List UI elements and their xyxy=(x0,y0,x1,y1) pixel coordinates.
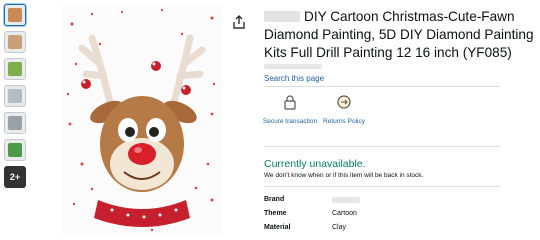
thumbnail-6[interactable] xyxy=(4,139,26,161)
feature-label: Returns Policy xyxy=(323,118,365,125)
product-image[interactable] xyxy=(62,4,222,236)
product-title-text: DIY Cartoon Christmas-Cute-Fawn Diamond … xyxy=(264,9,534,60)
brand-redacted xyxy=(264,11,300,22)
returns-icon xyxy=(337,95,351,109)
thumbnail-strip: 2+ xyxy=(4,4,28,188)
feature-label: Secure transaction xyxy=(262,118,318,125)
store-link-redacted[interactable] xyxy=(264,64,322,69)
thumbnail-5[interactable] xyxy=(4,112,26,134)
lock-icon xyxy=(284,95,296,110)
brand-redacted-value xyxy=(332,197,360,203)
spec-theme-value: Cartoon xyxy=(332,210,357,217)
feature-secure-transaction[interactable]: Secure transaction xyxy=(260,94,320,126)
divider xyxy=(264,186,500,187)
search-this-page-link[interactable]: Search this page xyxy=(264,74,324,83)
spec-material-value: Clay xyxy=(332,224,347,231)
product-title: DIY Cartoon Christmas-Cute-Fawn Diamond … xyxy=(264,8,536,62)
reindeer-illustration xyxy=(66,8,216,232)
thumbnail-4[interactable] xyxy=(4,85,26,107)
spec-theme-label: Theme xyxy=(264,210,287,217)
share-icon[interactable] xyxy=(231,14,247,30)
divider xyxy=(264,146,500,147)
spec-brand-label: Brand xyxy=(264,196,285,203)
availability-note: We don't know when or if this item will … xyxy=(264,172,424,179)
feature-returns-policy[interactable]: Returns Policy xyxy=(314,94,374,126)
thumbnail-3[interactable] xyxy=(4,58,26,80)
spec-material-label: Material xyxy=(264,224,291,231)
thumbnail-2[interactable] xyxy=(4,31,26,53)
divider xyxy=(264,86,500,87)
availability-status: Currently unavailable. xyxy=(264,158,366,170)
more-thumbnails[interactable]: 2+ xyxy=(4,166,26,188)
thumbnail-1[interactable] xyxy=(4,4,26,26)
